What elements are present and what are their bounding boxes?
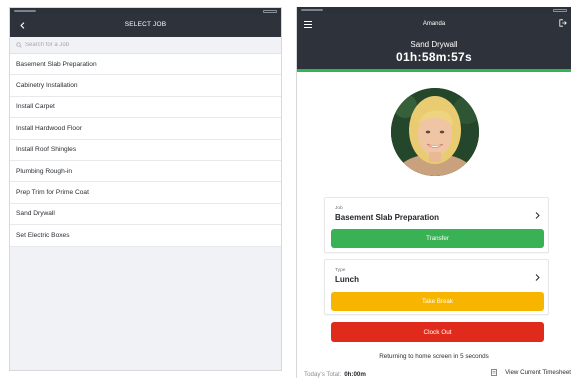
- job-list-item[interactable]: Set Electric Boxes: [10, 225, 281, 247]
- type-card-chevron[interactable]: [532, 272, 542, 282]
- job-item-label: Sand Drywall: [16, 210, 55, 218]
- elapsed-timer: 01h:58m:57s: [395, 50, 472, 64]
- job-card-label: Job: [335, 206, 343, 211]
- job-card-chevron[interactable]: [532, 210, 542, 220]
- job-list-item[interactable]: Cabinetry Installation: [10, 75, 281, 97]
- job-item-label: Install Hardwood Floor: [16, 124, 82, 132]
- clock-out-button[interactable]: Clock Out: [331, 322, 544, 342]
- clock-header: Amanda Sand Drywall 01h:58m:57s: [297, 13, 571, 72]
- carrier-indicator: [301, 9, 323, 11]
- job-list: Basement Slab Preparation Cabinetry Inst…: [10, 54, 281, 247]
- job-list-item[interactable]: Plumbing Rough-in: [10, 160, 281, 183]
- return-message: Returning to home screen in 5 seconds: [379, 353, 489, 360]
- job-item-label: Basement Slab Preparation: [16, 60, 97, 68]
- clock-status-panel: Amanda Sand Drywall 01h:58m:57s Job Base…: [296, 7, 571, 378]
- job-card[interactable]: Job Basement Slab Preparation Transfer: [324, 197, 549, 253]
- job-list-item[interactable]: Install Hardwood Floor: [10, 118, 281, 140]
- nav-bar: SELECT JOB: [10, 14, 281, 37]
- job-item-label: Prep Trim for Prime Coat: [16, 189, 89, 197]
- battery-icon: [553, 8, 567, 12]
- job-item-label: Set Electric Boxes: [16, 231, 70, 239]
- type-card-label: Type: [335, 268, 346, 273]
- logout-button[interactable]: [557, 17, 569, 29]
- type-card[interactable]: Type Lunch Take Break: [324, 259, 549, 315]
- job-list-item[interactable]: Basement Slab Preparation: [10, 54, 281, 76]
- footer: Today's Total: 0h:00m View Current Times…: [304, 369, 571, 378]
- take-break-button[interactable]: Take Break: [331, 292, 544, 311]
- page-title: SELECT JOB: [124, 21, 167, 28]
- job-list-item[interactable]: Prep Trim for Prime Coat: [10, 182, 281, 204]
- todays-total-value: 0h:00m: [344, 370, 366, 378]
- user-name: Amanda: [422, 21, 446, 27]
- user-photo: [391, 88, 479, 176]
- select-job-panel: SELECT JOB Basement Slab Preparation Cab…: [9, 7, 282, 371]
- search-bar[interactable]: [10, 37, 281, 54]
- type-card-value: Lunch: [335, 275, 359, 284]
- chevron-right-icon: [535, 211, 540, 219]
- todays-total-label: Today's Total:: [304, 370, 342, 378]
- search-input[interactable]: [25, 42, 255, 48]
- job-item-label: Install Carpet: [16, 103, 55, 111]
- view-timesheet-link[interactable]: View Current Timesheet: [491, 369, 571, 376]
- job-list-item[interactable]: Sand Drywall: [10, 203, 281, 226]
- job-card-value: Basement Slab Preparation: [335, 213, 440, 222]
- timesheet-link-label: View Current Timesheet: [505, 369, 571, 376]
- avatar: [391, 88, 479, 176]
- job-list-item[interactable]: Install Carpet: [10, 96, 281, 119]
- chevron-right-icon: [535, 273, 540, 281]
- current-job-name: Sand Drywall: [410, 40, 458, 49]
- job-list-item[interactable]: Install Roof Shingles: [10, 139, 281, 161]
- job-item-label: Cabinetry Installation: [16, 82, 78, 90]
- transfer-button[interactable]: Transfer: [331, 229, 544, 248]
- search-icon: [16, 42, 22, 48]
- carrier-indicator: [14, 10, 36, 12]
- logout-icon: [559, 19, 567, 27]
- job-item-label: Install Roof Shingles: [16, 146, 77, 154]
- job-item-label: Plumbing Rough-in: [16, 167, 73, 175]
- battery-icon: [263, 9, 277, 13]
- document-icon: [491, 369, 497, 376]
